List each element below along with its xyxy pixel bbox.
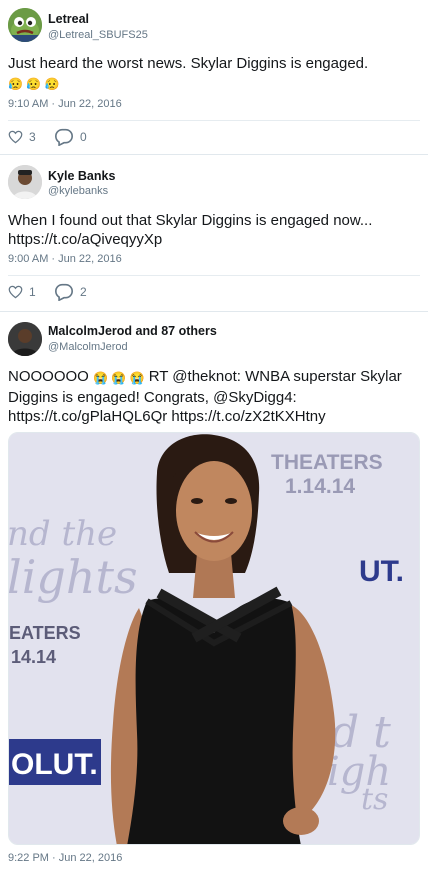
avatar[interactable] xyxy=(8,8,42,42)
display-name[interactable]: Letreal xyxy=(48,12,89,26)
person-avatar-icon xyxy=(8,165,42,199)
backdrop-text: THEATERS xyxy=(271,451,383,474)
tweet-text: When I found out that Skylar Diggins is … xyxy=(8,211,420,249)
tweet-text-line: When I found out that Skylar Diggins is … xyxy=(8,212,373,229)
backdrop-text: nd the xyxy=(9,514,117,554)
reply-bubble-icon xyxy=(54,128,74,146)
frog-avatar-icon xyxy=(8,8,42,42)
display-name[interactable]: MalcolmJerod and 87 others xyxy=(48,324,217,338)
tweet-card[interactable]: Kyle Banks @kylebanks When I found out t… xyxy=(0,155,428,312)
tweet-link[interactable]: https://t.co/gPlaHQL6Qr https://t.co/zX2… xyxy=(8,407,420,426)
timestamp[interactable]: 9:00 AM · Jun 22, 2016 xyxy=(8,253,122,265)
like-count: 3 xyxy=(29,130,36,144)
like-count: 1 xyxy=(29,285,36,299)
reply-button[interactable]: 0 xyxy=(54,128,87,146)
divider xyxy=(8,120,420,121)
like-button[interactable]: 1 xyxy=(8,285,36,299)
backdrop-text: ts xyxy=(361,782,388,817)
backdrop-text: lights xyxy=(9,550,138,604)
tweet-link[interactable]: https://t.co/aQiveqyyXp xyxy=(8,230,420,249)
like-button[interactable]: 3 xyxy=(8,130,36,144)
tweet-text-line: Diggins is engaged! Congrats, @SkyDigg4: xyxy=(8,389,297,406)
reply-count: 0 xyxy=(80,130,87,144)
avatar[interactable] xyxy=(8,322,42,356)
avatar[interactable] xyxy=(8,165,42,199)
backdrop-text: 14.14 xyxy=(11,647,56,667)
reply-count: 2 xyxy=(80,285,87,299)
backdrop-text: EATERS xyxy=(9,623,81,643)
divider xyxy=(8,275,420,276)
timestamp[interactable]: 9:10 AM · Jun 22, 2016 xyxy=(8,98,122,110)
user-handle[interactable]: @Letreal_SBUFS25 xyxy=(48,29,148,41)
backdrop-text: OLUT. xyxy=(11,748,98,781)
crying-face-emoji: 😭 😭 😭 xyxy=(93,371,145,385)
sad-face-emoji: 😥 😥 😥 xyxy=(8,77,60,91)
reply-bubble-icon xyxy=(54,283,74,301)
user-handle[interactable]: @MalcolmJerod xyxy=(48,341,128,353)
photo-image: THEATERS 1.14.14 nd the lights EATERS 14… xyxy=(9,433,419,844)
person-avatar-icon xyxy=(8,322,42,356)
backdrop-text: UT. xyxy=(359,555,404,588)
tweet-photo[interactable]: THEATERS 1.14.14 nd the lights EATERS 14… xyxy=(8,432,420,845)
tweet-text: NOOOOOO 😭 😭 😭 RT @theknot: WNBA supersta… xyxy=(8,367,420,426)
tweet-text: Just heard the worst news. Skylar Diggin… xyxy=(8,54,420,94)
heart-icon xyxy=(8,130,23,144)
user-handle[interactable]: @kylebanks xyxy=(48,185,108,197)
tweet-card[interactable]: Letreal @Letreal_SBUFS25 Just heard the … xyxy=(0,0,428,155)
backdrop-text: 1.14.14 xyxy=(285,475,355,498)
heart-icon xyxy=(8,285,23,299)
tweet-card[interactable]: MalcolmJerod and 87 others @MalcolmJerod… xyxy=(0,312,428,871)
timestamp[interactable]: 9:22 PM · Jun 22, 2016 xyxy=(8,852,122,864)
tweet-text-body: NOOOOOO xyxy=(8,368,89,385)
reply-button[interactable]: 2 xyxy=(54,283,87,301)
tweet-text-line: NOOOOOO 😭 😭 😭 RT @theknot: WNBA supersta… xyxy=(8,367,420,388)
tweet-text-body: Just heard the worst news. Skylar Diggin… xyxy=(8,55,369,72)
tweet-text-body: RT @theknot: WNBA superstar Skylar xyxy=(148,368,402,385)
display-name[interactable]: Kyle Banks xyxy=(48,169,115,183)
